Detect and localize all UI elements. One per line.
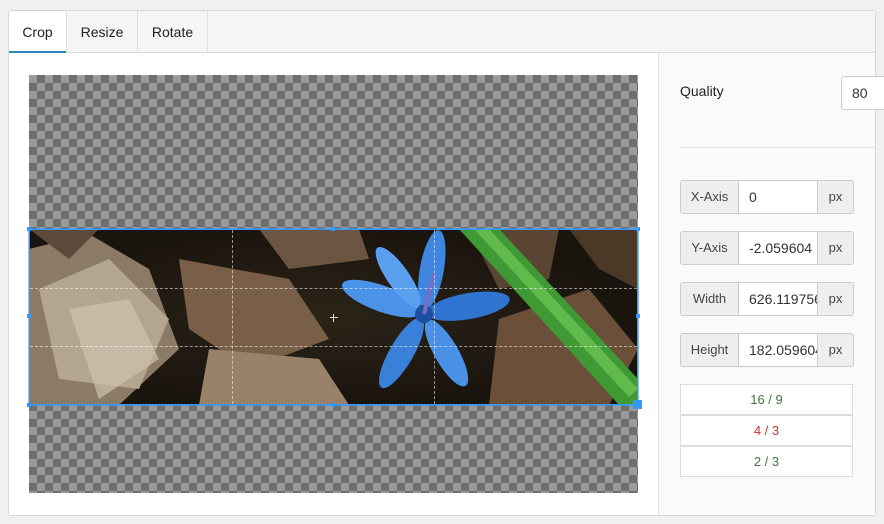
grid-line <box>232 230 233 404</box>
y-axis-unit: px <box>817 231 854 265</box>
crop-handle-se[interactable] <box>633 400 642 409</box>
y-axis-input[interactable] <box>738 231 818 265</box>
ratio-button-16-9[interactable]: 16 / 9 <box>680 384 853 415</box>
height-unit: px <box>817 333 854 367</box>
width-input[interactable] <box>738 282 818 316</box>
ratio-button-2-3[interactable]: 2 / 3 <box>680 446 853 477</box>
width-label: Width <box>680 282 739 316</box>
y-axis-label: Y-Axis <box>680 231 739 265</box>
grid-line <box>30 288 637 289</box>
ratio-button-4-3[interactable]: 4 / 3 <box>680 415 853 446</box>
crop-handle-nw[interactable] <box>27 227 31 231</box>
crop-handle-e[interactable] <box>636 314 640 318</box>
x-axis-field: X-Axis px <box>680 180 854 214</box>
crop-handle-s[interactable] <box>331 403 335 407</box>
width-unit: px <box>817 282 854 316</box>
grid-line <box>30 346 637 347</box>
crop-handle-sw[interactable] <box>27 403 31 407</box>
crop-canvas-area <box>9 53 659 515</box>
tab-bar: Crop Resize Rotate <box>9 11 875 54</box>
grid-line <box>434 230 435 404</box>
tab-crop[interactable]: Crop <box>9 11 67 54</box>
settings-sidebar: Quality X-Axis px Y-Axis px Width px Hei… <box>659 53 884 515</box>
x-axis-unit: px <box>817 180 854 214</box>
tab-resize[interactable]: Resize <box>67 11 138 53</box>
height-input[interactable] <box>738 333 818 367</box>
tab-rotate[interactable]: Rotate <box>138 11 208 53</box>
divider <box>680 147 875 148</box>
width-field: Width px <box>680 282 854 316</box>
crop-handle-n[interactable] <box>331 227 335 231</box>
x-axis-label: X-Axis <box>680 180 739 214</box>
crop-handle-w[interactable] <box>27 314 31 318</box>
height-field: Height px <box>680 333 854 367</box>
height-label: Height <box>680 333 739 367</box>
quality-label: Quality <box>680 83 724 99</box>
x-axis-input[interactable] <box>738 180 818 214</box>
quality-input[interactable] <box>841 76 884 110</box>
y-axis-field: Y-Axis px <box>680 231 854 265</box>
crop-selection-box[interactable] <box>27 227 642 409</box>
image-editor-panel: Crop Resize Rotate Quality 80 X-Axis 0 p… <box>8 10 884 516</box>
crosshair-icon <box>330 314 338 322</box>
crop-handle-ne[interactable] <box>636 227 640 231</box>
